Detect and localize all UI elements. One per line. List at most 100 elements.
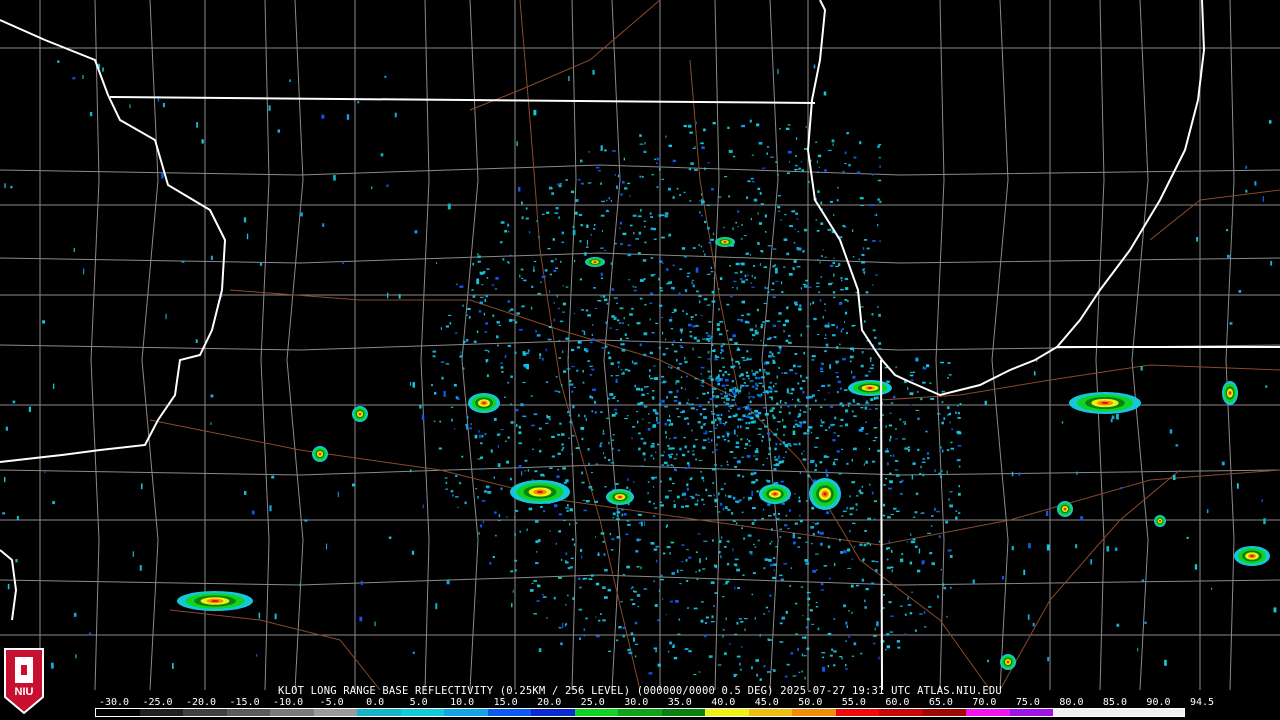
echo-pixel — [648, 672, 653, 675]
echo-pixel — [684, 356, 686, 360]
echo-pixel — [650, 257, 654, 259]
echo-pixel — [735, 360, 740, 363]
echo-pixel — [799, 519, 803, 523]
echo-pixel — [481, 500, 486, 502]
echo-pixel — [848, 610, 850, 612]
echo-pixel — [941, 449, 944, 453]
echo-pixel — [472, 262, 474, 266]
echo-pixel — [667, 187, 671, 191]
echo-pixel — [1169, 429, 1173, 434]
echo-pixel — [1028, 543, 1031, 549]
echo-pixel — [713, 277, 715, 279]
echo-pixel — [708, 655, 713, 658]
echo-pixel — [664, 215, 668, 218]
echo-pixel — [827, 322, 830, 325]
echo-pixel — [712, 390, 714, 394]
echo-pixel — [609, 393, 614, 396]
echo-pixel — [852, 507, 854, 510]
echo-pixel — [775, 546, 779, 548]
echo-pixel — [908, 448, 910, 452]
echo-pixel — [580, 182, 584, 185]
echo-pixel — [570, 423, 573, 425]
echo-pixel — [568, 437, 570, 439]
echo-pixel — [695, 571, 697, 573]
echo-pixel — [749, 119, 752, 123]
echo-pixel — [729, 393, 731, 397]
echo-pixel — [733, 674, 737, 678]
echo-pixel — [846, 548, 851, 552]
echo-pixel — [673, 399, 678, 402]
echo-pixel — [1186, 536, 1189, 539]
echo-pixel — [940, 470, 943, 472]
echo-pixel — [934, 507, 936, 511]
echo-pixel — [613, 396, 616, 398]
echo-pixel — [842, 550, 847, 554]
echo-pixel — [533, 580, 537, 582]
echo-pixel — [445, 488, 448, 490]
echo-pixel — [747, 180, 751, 183]
echo-pixel — [745, 252, 749, 255]
echo-pixel — [732, 155, 736, 158]
echo-pixel — [455, 396, 459, 399]
echo-pixel — [798, 167, 801, 170]
echo-pixel — [701, 601, 704, 603]
echo-pixel — [431, 384, 433, 387]
echo-pixel — [840, 277, 843, 280]
echo-pixel — [707, 437, 710, 441]
echo-pixel — [722, 596, 725, 598]
echo-pixel — [785, 339, 789, 342]
echo-pixel — [698, 671, 701, 673]
echo-pixel — [769, 381, 772, 384]
echo-pixel — [849, 529, 851, 533]
echo-pixel — [912, 371, 915, 373]
county-line — [603, 0, 621, 691]
echo-pixel — [760, 325, 763, 329]
echo-pixel — [480, 442, 483, 445]
mississippi-river-border — [0, 19, 227, 463]
echo-pixel — [737, 407, 741, 410]
echo-pixel — [676, 495, 680, 499]
echo-pixel — [769, 542, 772, 545]
echo-pixel — [593, 287, 597, 289]
echo-pixel — [829, 366, 831, 369]
echo-pixel — [554, 504, 558, 508]
echo-pixel — [357, 101, 360, 104]
echo-pixel — [770, 563, 773, 567]
echo-pixel — [721, 384, 726, 387]
echo-pixel — [697, 533, 701, 535]
echo-pixel — [686, 483, 689, 487]
echo-pixel — [780, 406, 782, 409]
echo-pixel — [823, 91, 827, 96]
echo-pixel — [614, 316, 617, 320]
echo-pixel — [890, 513, 894, 515]
echo-pixel — [674, 468, 676, 471]
echo-pixel — [712, 122, 716, 125]
echo-pixel — [756, 308, 759, 312]
echo-pixel — [816, 522, 819, 525]
storm-cell — [510, 480, 570, 504]
echo-pixel — [813, 64, 816, 69]
echo-pixel — [629, 195, 631, 197]
echo-pixel — [558, 357, 562, 359]
echo-pixel — [681, 505, 685, 508]
echo-pixel — [831, 334, 836, 337]
echo-pixel — [580, 549, 583, 552]
county-line — [567, 0, 577, 691]
echo-pixel — [1114, 547, 1118, 551]
colorbar-segment — [835, 709, 880, 716]
echo-pixel — [728, 195, 731, 198]
echo-pixel — [913, 516, 916, 518]
echo-pixel — [820, 419, 822, 422]
echo-pixel — [762, 321, 765, 323]
echo-pixel — [794, 492, 796, 495]
echo-pixel — [1221, 461, 1225, 466]
echo-pixel — [696, 339, 700, 342]
echo-pixel — [510, 421, 514, 424]
echo-pixel — [729, 265, 731, 267]
echo-pixel — [653, 238, 657, 240]
echo-pixel — [647, 492, 649, 495]
echo-pixel — [712, 232, 715, 235]
echo-pixel — [480, 524, 483, 528]
echo-pixel — [878, 313, 881, 317]
echo-pixel — [668, 447, 673, 450]
